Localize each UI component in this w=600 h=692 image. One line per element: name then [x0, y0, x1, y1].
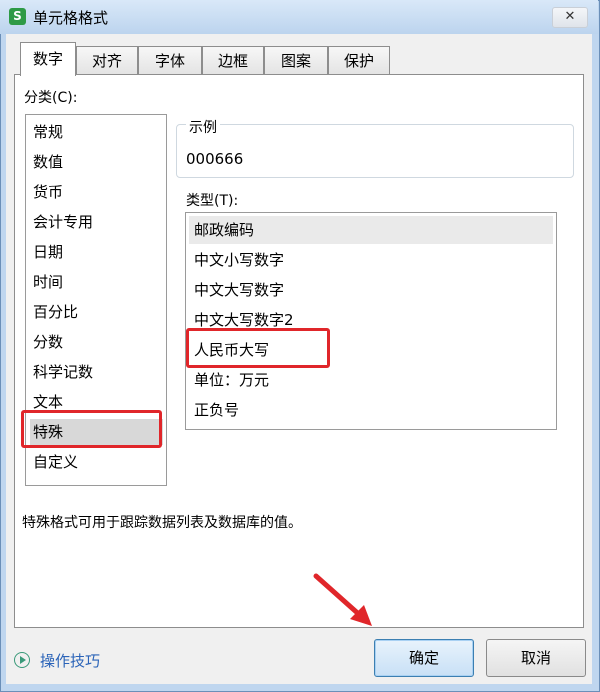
type-item[interactable]: 中文大写数字2 [189, 306, 553, 334]
category-item[interactable]: 科学记数 [30, 359, 163, 385]
category-item[interactable]: 文本 [30, 389, 163, 415]
type-label: 类型(T): [186, 193, 239, 209]
category-item[interactable]: 常规 [30, 119, 163, 145]
app-logo-icon: S [9, 8, 26, 25]
example-value: 000666 [186, 150, 244, 168]
category-item[interactable]: 百分比 [30, 299, 163, 325]
category-item[interactable]: 自定义 [30, 449, 163, 475]
category-item[interactable]: 会计专用 [30, 209, 163, 235]
tab-pattern[interactable]: 图案 [264, 46, 328, 75]
tab-font[interactable]: 字体 [138, 46, 202, 75]
category-item[interactable]: 货币 [30, 179, 163, 205]
cancel-button[interactable]: 取消 [486, 639, 586, 677]
example-legend: 示例 [186, 117, 220, 137]
annotation-arrow-icon [313, 573, 372, 626]
format-description: 特殊格式可用于跟踪数据列表及数据库的值。 [22, 515, 302, 531]
category-item[interactable]: 数值 [30, 149, 163, 175]
play-circle-icon [14, 652, 30, 668]
tips-label[interactable]: 操作技巧 [40, 650, 100, 671]
type-item[interactable]: 中文小写数字 [189, 246, 553, 274]
category-item-selected[interactable]: 特殊 [30, 419, 163, 445]
tab-alignment[interactable]: 对齐 [76, 46, 138, 75]
dialog-title: 单元格格式 [33, 9, 109, 27]
tab-protection[interactable]: 保护 [328, 46, 390, 75]
type-item[interactable]: 正负号 [189, 396, 553, 424]
close-button[interactable]: ✕ [552, 7, 588, 28]
type-item-selected[interactable]: 邮政编码 [189, 216, 553, 244]
category-item[interactable]: 日期 [30, 239, 163, 265]
title-bar: S 单元格格式 ✕ [0, 0, 598, 34]
category-label: 分类(C): [24, 90, 78, 106]
tab-number[interactable]: 数字 [20, 42, 76, 76]
type-item[interactable]: 中文大写数字 [189, 276, 553, 304]
category-item[interactable]: 分数 [30, 329, 163, 355]
type-item[interactable]: 人民币大写 [189, 336, 553, 364]
type-list[interactable]: 邮政编码 中文小写数字 中文大写数字 中文大写数字2 人民币大写 单位：万元 正… [185, 212, 557, 430]
type-item[interactable]: 单位：万元 [189, 366, 553, 394]
ok-button[interactable]: 确定 [374, 639, 474, 677]
category-list[interactable]: 常规 数值 货币 会计专用 日期 时间 百分比 分数 科学记数 文本 特殊 自定… [25, 114, 167, 486]
category-item[interactable]: 时间 [30, 269, 163, 295]
tab-border[interactable]: 边框 [202, 46, 264, 75]
